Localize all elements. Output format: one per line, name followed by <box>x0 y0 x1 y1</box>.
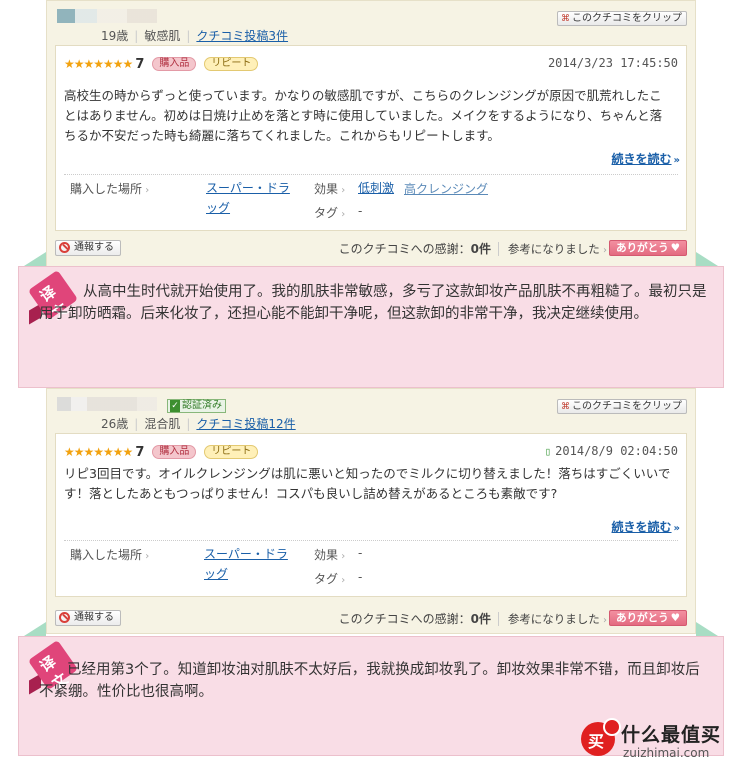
reviewer-skin-type: 混合肌 <box>144 417 181 431</box>
thanks-count: 0件 <box>470 242 491 256</box>
reviewer-meta: 19歳 | 敏感肌 | クチコミ投稿3件 <box>101 27 288 44</box>
clip-review-label: このクチコミをクリップ <box>572 13 682 24</box>
purchased-badge: 購入品 <box>152 445 197 459</box>
meta-divider: | <box>134 417 139 431</box>
review-body: ★★★★★★★ 7 購入品 リピート ▯ 2014/8/9 02:04:50 リピ… <box>55 433 687 597</box>
translation-text: 从高中生时代就开始使用了。我的肌肤非常敏感，多亏了这款卸妆产品肌肤不再粗糙了。最… <box>39 284 707 322</box>
effect-label: 効果 <box>314 180 345 197</box>
purchase-place-label: 購入した場所 <box>70 546 149 563</box>
rating-score: 7 <box>135 444 145 460</box>
thanks-count-text: このクチコミへの感謝：0件 <box>339 610 491 627</box>
tag-value: - <box>358 204 363 218</box>
report-label: 通報する <box>74 612 114 623</box>
purchase-place-link[interactable]: スーパー・ドラッグ <box>204 544 296 584</box>
section-divider <box>64 174 678 175</box>
thanks-prefix: このクチコミへの感謝： <box>338 242 471 256</box>
star-rating: ★★★★★★★ <box>64 57 133 71</box>
tag-label: タグ <box>314 204 345 221</box>
reviewer-avatar[interactable] <box>57 9 167 23</box>
connector-decoration <box>24 622 46 636</box>
reviewer-age: 19歳 <box>101 29 129 43</box>
prohibit-icon <box>59 242 70 253</box>
star-rating: ★★★★★★★ <box>64 445 133 459</box>
rating-score: 7 <box>135 56 145 72</box>
helpful-label: 参考になりました <box>508 241 607 257</box>
effect-value: - <box>358 546 363 560</box>
effect-link-high-cleansing[interactable]: 高クレンジング <box>404 180 488 197</box>
thank-you-label: ありがとう <box>616 242 669 254</box>
review-text: リピ3回目です。オイルクレンジングは肌に悪いと知ったのでミルクに切り替えました！… <box>64 466 671 501</box>
read-more-link[interactable]: 続きを読む <box>612 150 680 167</box>
connector-decoration <box>696 622 718 636</box>
tag-label: タグ <box>314 570 345 587</box>
site-logo-icon <box>581 718 621 756</box>
thanks-count-text: このクチコミへの感謝：0件 <box>339 240 491 257</box>
review-body: ★★★★★★★ 7 購入品 リピート 2014/3/23 17:45:50 高校… <box>55 45 687 231</box>
review-date: 2014/3/23 17:45:50 <box>547 56 678 70</box>
purchase-place-label: 購入した場所 <box>70 180 149 197</box>
reviewer-skin-type: 敏感肌 <box>144 29 181 43</box>
clip-review-button[interactable]: ⌘ このクチコミをクリップ <box>557 399 687 414</box>
read-more-link[interactable]: 続きを読む <box>612 518 680 535</box>
purchased-badge: 購入品 <box>152 57 197 71</box>
connector-decoration <box>24 252 46 266</box>
repeat-badge: リピート <box>204 445 259 459</box>
site-watermark: 什么最值买 zuizhimai.com <box>581 718 749 764</box>
rating-row: ★★★★★★★ 7 購入品 リピート <box>64 56 259 72</box>
reviewer-posts-link[interactable]: クチコミ投稿3件 <box>196 29 288 43</box>
purchase-place-link[interactable]: スーパー・ドラッグ <box>206 178 298 218</box>
verified-badge: 認証済み <box>167 399 226 413</box>
section-divider <box>64 540 678 541</box>
translation-text: 已经用第3个了。知道卸妆油对肌肤不太好后，我就换成卸妆乳了。卸妆效果非常不错，而… <box>39 662 700 700</box>
clip-review-button[interactable]: ⌘ このクチコミをクリップ <box>557 11 687 26</box>
connector-decoration <box>696 252 718 266</box>
paperclip-icon: ⌘ <box>561 14 570 24</box>
review-footer: 通報する このクチコミへの感謝：0件 参考になりました ありがとう♥ <box>55 607 687 629</box>
watermark-url: zuizhimai.com <box>623 746 710 760</box>
reviewer-header: 認証済み 26歳 | 混合肌 | クチコミ投稿12件 ⌘このクチコミをクリップ <box>57 395 687 431</box>
review-footer: 通報する このクチコミへの感謝：0件 参考になりました ありがとう♥ <box>55 237 687 259</box>
helpful-label: 参考になりました <box>508 611 607 627</box>
reviewer-posts-link[interactable]: クチコミ投稿12件 <box>196 417 295 431</box>
watermark-title: 什么最值买 <box>621 724 722 746</box>
translation-box: 译文 从高中生时代就开始使用了。我的肌肤非常敏感，多亏了这款卸妆产品肌肤不再粗糙… <box>18 266 724 388</box>
thank-you-label: ありがとう <box>616 612 669 624</box>
thank-you-button[interactable]: ありがとう ♥ <box>609 610 687 626</box>
reviewer-header: 19歳 | 敏感肌 | クチコミ投稿3件 ⌘ このクチコミをクリップ <box>57 7 687 43</box>
reviewer-avatar[interactable] <box>57 397 167 411</box>
footer-divider <box>498 242 499 256</box>
clip-review-label: このクチコミをクリップ <box>572 401 682 412</box>
tag-value: - <box>358 570 363 584</box>
effect-link-low-irritation[interactable]: 低刺激 <box>358 178 394 198</box>
thanks-prefix: このクチコミへの感謝： <box>338 612 471 626</box>
thanks-count: 0件 <box>470 612 491 626</box>
report-label: 通報する <box>74 242 114 253</box>
reviewer-meta: 26歳 | 混合肌 | クチコミ投稿12件 <box>101 415 296 432</box>
heart-icon: ♥ <box>670 242 680 254</box>
footer-divider <box>498 612 499 626</box>
meta-divider: | <box>186 417 191 431</box>
thank-you-button[interactable]: ありがとう ♥ <box>609 240 687 256</box>
rating-row: ★★★★★★★ 7 購入品 リピート <box>64 444 259 460</box>
mobile-phone-icon: ▯ <box>544 445 552 458</box>
report-button[interactable]: 通報する <box>55 240 121 256</box>
reviewer-age: 26歳 <box>101 417 129 431</box>
meta-divider: | <box>134 29 139 43</box>
heart-icon: ♥ <box>670 612 680 624</box>
review-text: 高校生の時からずっと使っています。かなりの敏感肌ですが、こちらのクレンジングが原… <box>64 88 663 143</box>
report-button[interactable]: 通報する <box>55 610 121 626</box>
review-card: 認証済み 26歳 | 混合肌 | クチコミ投稿12件 ⌘このクチコミをクリップ ★★★★… <box>46 388 696 634</box>
paperclip-icon: ⌘ <box>561 402 570 412</box>
effect-label: 効果 <box>314 546 345 563</box>
repeat-badge: リピート <box>204 57 259 71</box>
meta-divider: | <box>186 29 191 43</box>
review-card: 19歳 | 敏感肌 | クチコミ投稿3件 ⌘ このクチコミをクリップ ★★★★★★★ 7 … <box>46 0 696 268</box>
review-date-row: ▯ 2014/8/9 02:04:50 <box>545 444 678 458</box>
prohibit-icon <box>59 612 70 623</box>
review-date: 2014/8/9 02:04:50 <box>555 444 678 458</box>
